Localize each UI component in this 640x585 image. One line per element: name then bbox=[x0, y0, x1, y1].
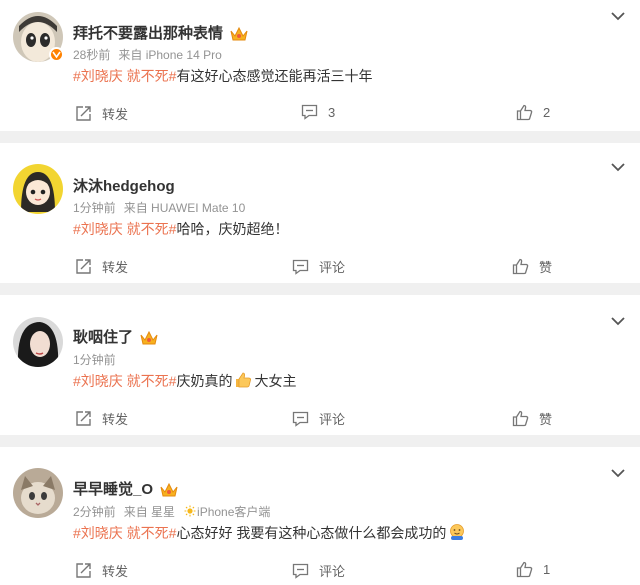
like-button[interactable]: 赞 bbox=[512, 257, 552, 276]
hashtag-link[interactable]: #刘晓庆 就不死# bbox=[73, 221, 176, 237]
comment-card: 耿咽住了 1分钟前 #刘晓庆 就不死#庆奶真的 大女主 转发 评论 赞 bbox=[0, 295, 640, 435]
repost-icon bbox=[76, 259, 91, 274]
sun-emoji bbox=[184, 505, 196, 517]
like-icon bbox=[516, 104, 533, 121]
comment-text: #刘晓庆 就不死#哈哈，庆奶超绝！ bbox=[73, 221, 289, 237]
like-button[interactable]: 2 bbox=[516, 104, 550, 121]
comment-text: #刘晓庆 就不死#庆奶真的 大女主 bbox=[73, 372, 297, 389]
comment-card: 早早睡觉_O 2分钟前 来自 星星 iPhone客户端 #刘晓庆 就不死#心态好好 … bbox=[0, 447, 640, 585]
chevron-down-icon[interactable] bbox=[610, 161, 626, 173]
crown-icon bbox=[140, 330, 158, 345]
like-button[interactable]: 赞 bbox=[512, 409, 552, 428]
hugging-emoji bbox=[450, 524, 465, 540]
comment-button[interactable]: 评论 bbox=[292, 561, 345, 580]
repost-icon bbox=[76, 411, 91, 426]
source: 来自 HUAWEI Mate 10 bbox=[123, 201, 246, 215]
username[interactable]: 拜托不要露出那种表情 bbox=[73, 22, 249, 43]
hashtag-link[interactable]: #刘晓庆 就不死# bbox=[73, 68, 176, 84]
like-icon bbox=[516, 561, 533, 578]
source: 来自 iPhone 14 Pro bbox=[118, 48, 222, 62]
timestamp: 1分钟前 bbox=[73, 201, 116, 215]
crown-icon bbox=[230, 26, 248, 41]
timestamp: 2分钟前 bbox=[73, 505, 116, 519]
comment-meta: 2分钟前 来自 星星 iPhone客户端 bbox=[73, 503, 278, 520]
comment-button[interactable]: 评论 bbox=[292, 409, 345, 428]
thumbs-up-emoji bbox=[236, 372, 252, 388]
chevron-down-icon[interactable] bbox=[610, 315, 626, 327]
comment-icon bbox=[292, 563, 309, 579]
like-button[interactable]: 1 bbox=[516, 561, 550, 578]
avatar[interactable] bbox=[13, 468, 63, 518]
username[interactable]: 早早睡觉_O bbox=[73, 478, 179, 499]
chevron-down-icon[interactable] bbox=[610, 10, 626, 22]
comment-text: #刘晓庆 就不死#心态好好 我要有这种心态做什么都会成功的 bbox=[73, 523, 468, 543]
timestamp: 28秒前 bbox=[73, 48, 111, 62]
avatar[interactable] bbox=[13, 317, 63, 367]
username[interactable]: 沐沐hedgehog bbox=[73, 175, 175, 196]
timestamp: 1分钟前 bbox=[73, 353, 116, 367]
repost-icon bbox=[76, 563, 91, 578]
comment-card: 沐沐hedgehog 1分钟前 来自 HUAWEI Mate 10 #刘晓庆 就不… bbox=[0, 143, 640, 283]
comment-button[interactable]: 评论 bbox=[292, 257, 345, 276]
like-icon bbox=[512, 410, 529, 427]
hashtag-link[interactable]: #刘晓庆 就不死# bbox=[73, 373, 176, 389]
comment-icon bbox=[292, 411, 309, 427]
comment-meta: 1分钟前 bbox=[73, 351, 124, 368]
repost-icon bbox=[76, 106, 91, 121]
crown-icon bbox=[160, 482, 178, 497]
repost-button[interactable]: 转发 bbox=[75, 561, 128, 580]
repost-button[interactable]: 转发 bbox=[75, 257, 128, 276]
comment-card: 拜托不要露出那种表情 28秒前 来自 iPhone 14 Pro #刘晓庆 就不死… bbox=[0, 0, 640, 131]
repost-button[interactable]: 转发 bbox=[75, 409, 128, 428]
comment-meta: 1分钟前 来自 HUAWEI Mate 10 bbox=[73, 199, 253, 216]
username[interactable]: 耿咽住了 bbox=[73, 326, 159, 347]
hashtag-link[interactable]: #刘晓庆 就不死# bbox=[73, 525, 176, 541]
comment-meta: 28秒前 来自 iPhone 14 Pro bbox=[73, 46, 230, 63]
verified-badge-icon bbox=[49, 47, 64, 62]
repost-button[interactable]: 转发 bbox=[75, 104, 128, 123]
like-icon bbox=[512, 258, 529, 275]
comment-icon bbox=[301, 104, 318, 120]
comment-icon bbox=[292, 259, 309, 275]
comment-text: #刘晓庆 就不死#有这好心态感觉还能再活三十年 bbox=[73, 68, 373, 84]
source: 来自 星星 iPhone客户端 bbox=[123, 505, 271, 519]
comment-button[interactable]: 3 bbox=[301, 104, 335, 120]
chevron-down-icon[interactable] bbox=[610, 467, 626, 479]
avatar[interactable] bbox=[13, 164, 63, 214]
